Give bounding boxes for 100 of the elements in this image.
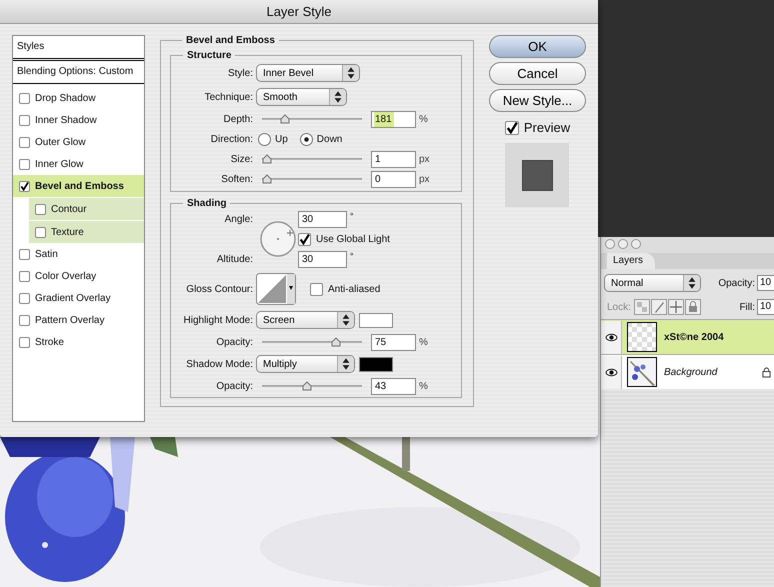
slider-thumb[interactable] <box>262 174 272 184</box>
dropdown[interactable]: Multiply <box>256 355 355 373</box>
checkbox[interactable] <box>35 204 46 214</box>
lock-label: Lock: <box>607 302 631 312</box>
checkbox[interactable] <box>310 282 323 296</box>
transparent-thumbnail <box>627 322 657 352</box>
field-label: Gloss Contour: <box>185 284 254 294</box>
blending-options-item[interactable]: Blending Options: Custom <box>13 61 144 84</box>
slider[interactable] <box>262 174 362 184</box>
eye-icon[interactable] <box>604 368 618 376</box>
opacity-label: Opacity: <box>718 278 755 288</box>
radio-label: Down <box>316 134 342 144</box>
group-title: Shading <box>186 198 228 209</box>
checkbox[interactable] <box>35 226 46 238</box>
brush-icon[interactable] <box>650 299 667 315</box>
style-item[interactable]: Contour <box>29 197 144 220</box>
dropdown-arrows-icon <box>342 65 359 81</box>
checkbox[interactable] <box>19 336 30 348</box>
style-item[interactable]: Inner Shadow <box>13 109 144 131</box>
field-label: Highlight Mode: <box>182 314 254 326</box>
unit-label: ° <box>350 250 354 262</box>
color-swatch[interactable] <box>359 312 393 328</box>
checkbox[interactable] <box>19 180 30 192</box>
checkbox[interactable] <box>19 92 30 104</box>
checkbox[interactable] <box>19 270 30 282</box>
preview-swatch <box>505 143 569 207</box>
field-label: Size: <box>230 154 254 164</box>
fill-field[interactable]: 10 <box>757 299 774 315</box>
move-icon[interactable] <box>668 299 684 315</box>
radio-button[interactable] <box>300 132 313 146</box>
group-title: Structure <box>186 50 232 61</box>
style-item[interactable]: Pattern Overlay <box>13 309 144 331</box>
field-label: Shadow Mode: <box>185 358 254 370</box>
checkbox[interactable] <box>19 292 30 304</box>
radio-button[interactable] <box>258 132 271 146</box>
unit-label: % <box>419 114 428 124</box>
dialog-button[interactable]: OK <box>489 35 586 58</box>
opacity-field[interactable]: 10 <box>757 275 774 291</box>
slider-thumb[interactable] <box>280 114 290 124</box>
layer-row[interactable]: Background <box>601 354 774 389</box>
style-item[interactable]: Color Overlay <box>13 265 144 287</box>
checkerboard-icon[interactable] <box>634 299 650 315</box>
text-field[interactable]: 75 <box>371 334 416 350</box>
style-item[interactable]: Texture <box>29 220 144 243</box>
checkbox-label: Preview <box>524 120 570 135</box>
unit-label: px <box>419 154 430 164</box>
dropdown[interactable]: Smooth <box>256 88 347 106</box>
dropdown-arrows-icon <box>337 356 354 372</box>
style-item[interactable]: Drop Shadow <box>13 87 144 109</box>
slider-thumb[interactable] <box>262 154 272 164</box>
text-field[interactable]: 181 <box>371 110 416 128</box>
dropdown-arrows-icon <box>329 89 346 105</box>
layers-tab[interactable]: Layers <box>607 253 656 269</box>
dropdown-arrows-icon <box>683 275 700 291</box>
style-item[interactable]: Bevel and Emboss <box>13 175 144 197</box>
field-label: Angle: <box>224 214 254 224</box>
style-item[interactable]: Inner Glow <box>13 153 144 175</box>
checkbox[interactable] <box>19 314 30 326</box>
color-swatch[interactable] <box>359 356 393 372</box>
layer-row[interactable]: xSt©ne 2004 <box>601 319 774 354</box>
field-label: Depth: <box>222 114 254 124</box>
style-item[interactable]: Satin <box>13 243 144 265</box>
text-field[interactable]: 0 <box>371 170 416 188</box>
unit-label: % <box>419 336 428 348</box>
angle-field[interactable]: 30 <box>298 210 347 228</box>
dialog-button[interactable]: New Style... <box>489 89 586 112</box>
style-item[interactable]: Stroke <box>13 331 144 353</box>
unit-label: % <box>419 380 428 392</box>
text-field[interactable]: 43 <box>371 378 416 394</box>
unit-label: ° <box>350 210 354 222</box>
dropdown[interactable]: Inner Bevel <box>256 64 360 82</box>
blend-mode-dropdown[interactable]: Normal <box>604 274 701 292</box>
text-field[interactable]: 1 <box>371 150 416 168</box>
radio-label: Up <box>275 134 288 144</box>
checkbox-label: Anti-aliased <box>328 284 380 294</box>
field-label: Style: <box>226 68 254 78</box>
checkbox[interactable] <box>19 158 30 170</box>
style-item[interactable]: Outer Glow <box>13 131 144 153</box>
checkbox[interactable] <box>298 232 311 246</box>
checkbox[interactable] <box>19 136 30 148</box>
checkbox[interactable] <box>504 120 519 134</box>
style-item[interactable]: Gradient Overlay <box>13 287 144 309</box>
dropdown[interactable]: Screen <box>256 311 355 329</box>
slider[interactable] <box>262 154 362 164</box>
slider-thumb[interactable] <box>331 337 341 347</box>
field-label: Opacity: <box>215 336 254 348</box>
eye-icon[interactable] <box>604 332 618 342</box>
contour-picker[interactable] <box>256 273 296 305</box>
fill-label: Fill: <box>739 302 755 312</box>
altitude-field[interactable]: 30 <box>298 250 347 268</box>
checkbox[interactable] <box>19 248 30 260</box>
field-label: Soften: <box>220 174 254 184</box>
dropdown-arrows-icon <box>337 312 354 328</box>
lock-icon[interactable] <box>684 299 701 315</box>
slider-thumb[interactable] <box>302 381 312 391</box>
group-title: Bevel and Emboss <box>185 35 276 46</box>
dialog-button[interactable]: Cancel <box>489 62 586 85</box>
styles-header[interactable]: Styles <box>13 36 144 61</box>
checkbox[interactable] <box>19 114 30 126</box>
field-label: Altitude: <box>216 254 254 264</box>
